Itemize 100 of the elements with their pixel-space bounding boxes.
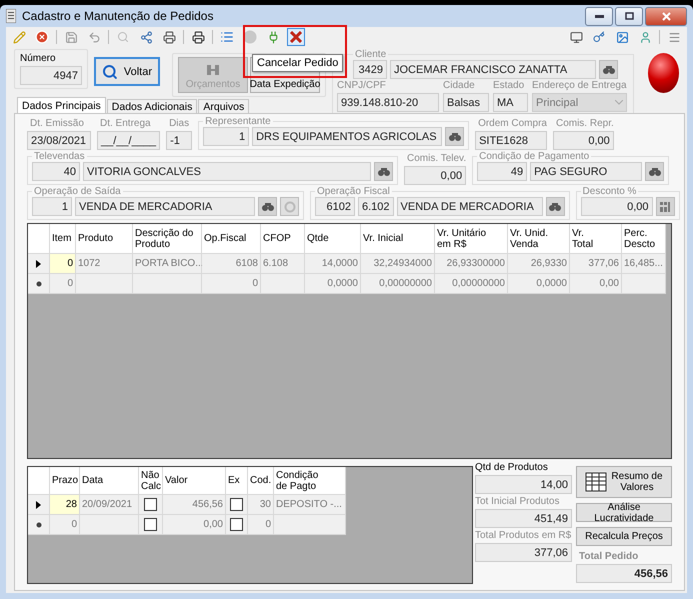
column-header[interactable]: Não Calc — [139, 467, 163, 495]
back-button[interactable]: Voltar — [94, 57, 160, 86]
text-field[interactable]: VENDA DE MERCADORIA — [396, 197, 543, 216]
group-label: Operação de Saída — [33, 186, 122, 197]
summary-button[interactable]: Recalcula Preços — [576, 527, 672, 546]
column-header[interactable]: Valor — [163, 467, 226, 495]
table-cell: 26,9330 — [508, 254, 570, 274]
field-label: Comis. Telev. — [406, 153, 466, 165]
number-field[interactable]: 4947 — [20, 66, 82, 85]
column-header[interactable]: Produto — [76, 224, 133, 254]
text-field[interactable]: 0,00 — [580, 197, 653, 216]
tab[interactable]: Dados Adicionais — [106, 99, 198, 113]
text-field[interactable]: 0,00 — [404, 166, 466, 185]
text-field[interactable]: DRS EQUIPAMENTOS AGRICOLAS — [252, 127, 442, 146]
table-corner — [28, 224, 50, 254]
cancel-circle-icon[interactable] — [33, 28, 51, 46]
table-icon — [585, 472, 608, 492]
group-label: Condição de Pagamento — [478, 151, 590, 162]
text-field[interactable]: VITORIA GONCALVES — [83, 162, 371, 181]
column-header[interactable]: CFOP — [261, 224, 305, 254]
table-cell: 0 — [248, 515, 274, 535]
table-cell: 1072 — [76, 254, 133, 274]
close-button[interactable] — [645, 6, 687, 26]
binoculars-icon[interactable] — [258, 197, 277, 216]
column-header[interactable]: Op.Fiscal — [202, 224, 261, 254]
column-header[interactable]: Item — [50, 224, 76, 254]
row-header[interactable] — [28, 274, 50, 294]
text-field[interactable]: SITE1628 — [475, 131, 547, 150]
table-cell: 0,0000 — [305, 274, 361, 294]
text-field[interactable]: 1 — [203, 127, 250, 146]
field-label: Dt. Entrega — [99, 118, 151, 130]
status-light — [648, 53, 679, 93]
text-field[interactable]: __/__/____ — [97, 131, 160, 150]
row-header[interactable] — [28, 254, 50, 274]
text-field[interactable]: -1 — [166, 131, 192, 150]
table-cell: 0,00 — [163, 515, 226, 535]
table-cell: 0,00000000 — [435, 274, 508, 294]
table-cell: PORTA BICO... — [133, 254, 202, 274]
row-header[interactable] — [28, 515, 50, 535]
client-code-field[interactable]: 3429 — [353, 60, 387, 79]
text-field[interactable]: 0,00 — [552, 131, 614, 150]
tab[interactable]: Dados Principais — [17, 97, 106, 113]
column-header[interactable]: Ex — [226, 467, 248, 495]
checkbox[interactable] — [144, 498, 157, 511]
column-header[interactable]: Descrição do Produto — [133, 224, 202, 254]
column-header[interactable]: Vr. Total — [570, 224, 622, 254]
column-header[interactable]: Vr. Unid. Venda — [508, 224, 570, 254]
text-field[interactable]: 40 — [32, 162, 80, 181]
group-label: Operação Fiscal — [316, 186, 391, 197]
field-label: Total Produtos em R$ — [475, 530, 572, 542]
row-header[interactable] — [28, 495, 50, 515]
table-cell: 32,24934000 — [361, 254, 435, 274]
column-header[interactable]: Vr. Inicial — [361, 224, 435, 254]
text-field[interactable]: 6102 — [315, 197, 355, 216]
text-field[interactable]: MA — [493, 93, 528, 112]
summary-button[interactable]: Análise Lucratividade — [576, 503, 672, 522]
new-row-icon — [36, 522, 42, 528]
window-title: Cadastro e Manutenção de Pedidos — [22, 9, 214, 23]
text-field[interactable]: 23/08/2021 — [27, 131, 91, 150]
field-label: Ordem Compra — [477, 118, 547, 130]
column-header[interactable]: Cod. — [248, 467, 274, 495]
binoculars-icon[interactable] — [374, 162, 393, 181]
column-header[interactable]: Prazo — [50, 467, 80, 495]
checkbox[interactable] — [230, 518, 243, 531]
maximize-button[interactable] — [615, 6, 643, 26]
field-label: Endereço de Entrega — [532, 80, 627, 92]
checkbox[interactable] — [230, 498, 243, 511]
binoculars-icon[interactable] — [546, 197, 565, 216]
total-field[interactable]: 456,56 — [576, 564, 672, 583]
column-header[interactable]: Vr. Unitário em R$ — [435, 224, 508, 254]
calculator-icon[interactable] — [656, 197, 675, 216]
text-field[interactable]: 1 — [32, 197, 72, 216]
binoculars-icon[interactable] — [445, 127, 464, 146]
table-cell: 6.108 — [261, 254, 305, 274]
current-row-icon — [36, 500, 41, 508]
cancel-icon[interactable] — [287, 28, 305, 46]
text-field[interactable]: VENDA DE MERCADORIA — [75, 197, 255, 216]
text-field[interactable]: Balsas — [443, 93, 489, 112]
column-header[interactable]: Qtde — [305, 224, 361, 254]
binoculars-icon[interactable] — [645, 162, 664, 181]
tab[interactable]: Arquivos — [198, 99, 250, 113]
summary-field[interactable]: 14,00 — [475, 475, 572, 494]
minimize-button[interactable] — [585, 6, 613, 26]
checkbox[interactable] — [144, 518, 157, 531]
client-name-field[interactable]: JOCEMAR FRANCISCO ZANATTA — [390, 60, 596, 79]
column-header[interactable]: Condição de Pagto — [274, 467, 346, 495]
table-corner — [28, 467, 50, 495]
text-field[interactable]: 49 — [477, 162, 528, 181]
table-cell: 377,06 — [570, 254, 622, 274]
column-header[interactable]: Perc. Descto — [622, 224, 666, 254]
clamp-icon — [207, 65, 219, 75]
field-label: Comis. Repr. — [554, 118, 614, 130]
field-label: Tot Inicial Produtos — [475, 496, 560, 508]
text-field[interactable]: 939.148.810-20 — [337, 93, 439, 112]
summary-button[interactable]: Resumo de Valores — [576, 466, 672, 498]
text-field[interactable]: PAG SEGURO — [530, 162, 642, 181]
column-header[interactable]: Data — [80, 467, 139, 495]
binoculars-icon[interactable] — [599, 60, 618, 79]
text-field[interactable]: 6.102 — [358, 197, 394, 216]
table-cell: 0,00 — [570, 274, 622, 294]
